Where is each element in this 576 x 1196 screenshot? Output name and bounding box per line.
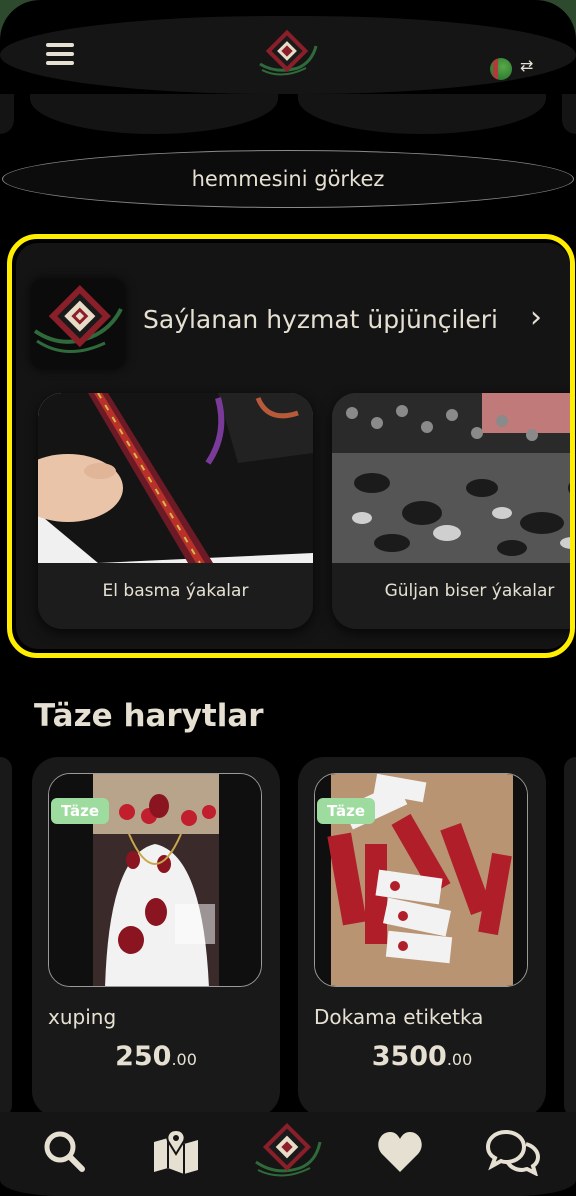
map-icon[interactable] bbox=[152, 1128, 200, 1176]
provider-card[interactable]: Güljan biser ýakalar bbox=[332, 393, 570, 629]
category-pill-right[interactable] bbox=[298, 94, 546, 134]
price-amount: 3500 bbox=[371, 1041, 447, 1072]
category-pill-edge bbox=[0, 94, 14, 134]
chat-icon[interactable] bbox=[486, 1128, 540, 1176]
app-screen: ⇄ hemmesini görkez Saýlanan hyzmat üpjün… bbox=[0, 0, 576, 1196]
price-decimals: .00 bbox=[171, 1050, 197, 1069]
product-card[interactable]: Täze xuping 250.00 bbox=[32, 757, 280, 1117]
product-card-edge bbox=[564, 757, 576, 1117]
product-card-edge bbox=[0, 757, 12, 1117]
home-logo-icon[interactable] bbox=[254, 1118, 322, 1182]
provider-label: El basma ýakalar bbox=[102, 581, 249, 601]
provider-logo[interactable] bbox=[31, 279, 125, 369]
provider-image-embroidered-collar bbox=[38, 393, 313, 563]
provider-image-beaded-collar bbox=[332, 393, 570, 563]
product-name: Dokama etiketka bbox=[314, 1005, 484, 1029]
turkmenistan-flag-icon[interactable] bbox=[490, 58, 512, 80]
product-photo[interactable]: Täze bbox=[314, 773, 528, 987]
swap-arrows-icon[interactable]: ⇄ bbox=[520, 58, 533, 74]
new-products-title: Täze harytlar bbox=[34, 698, 264, 734]
bottom-navigation bbox=[0, 1112, 576, 1196]
product-price: 250.00 bbox=[32, 1041, 280, 1072]
new-badge: Täze bbox=[317, 798, 376, 824]
hamburger-menu-icon[interactable] bbox=[46, 43, 74, 67]
providers-title: Saýlanan hyzmat üpjünçileri bbox=[143, 305, 498, 334]
product-card[interactable]: Täze Dokama etiketka 3500.00 bbox=[298, 757, 546, 1117]
new-badge: Täze bbox=[51, 798, 110, 824]
price-decimals: .00 bbox=[446, 1050, 473, 1069]
selected-providers-section: Saýlanan hyzmat üpjünçileri › El basma ý… bbox=[7, 234, 575, 658]
chevron-right-icon[interactable]: › bbox=[530, 300, 542, 335]
product-photo[interactable]: Täze bbox=[48, 773, 262, 987]
heart-icon[interactable] bbox=[376, 1128, 424, 1176]
provider-card[interactable]: El basma ýakalar bbox=[38, 393, 313, 629]
show-all-button[interactable]: hemmesini görkez bbox=[2, 150, 574, 208]
category-pill-edge bbox=[562, 94, 576, 134]
turkmen-pattern-logo[interactable] bbox=[258, 28, 318, 80]
price-amount: 250 bbox=[115, 1041, 172, 1072]
product-name: xuping bbox=[48, 1005, 117, 1029]
category-pill-left[interactable] bbox=[30, 94, 278, 134]
provider-label: Güljan biser ýakalar bbox=[384, 581, 555, 601]
search-icon[interactable] bbox=[40, 1128, 88, 1176]
product-price: 3500.00 bbox=[298, 1041, 546, 1072]
top-header: ⇄ bbox=[0, 16, 576, 94]
